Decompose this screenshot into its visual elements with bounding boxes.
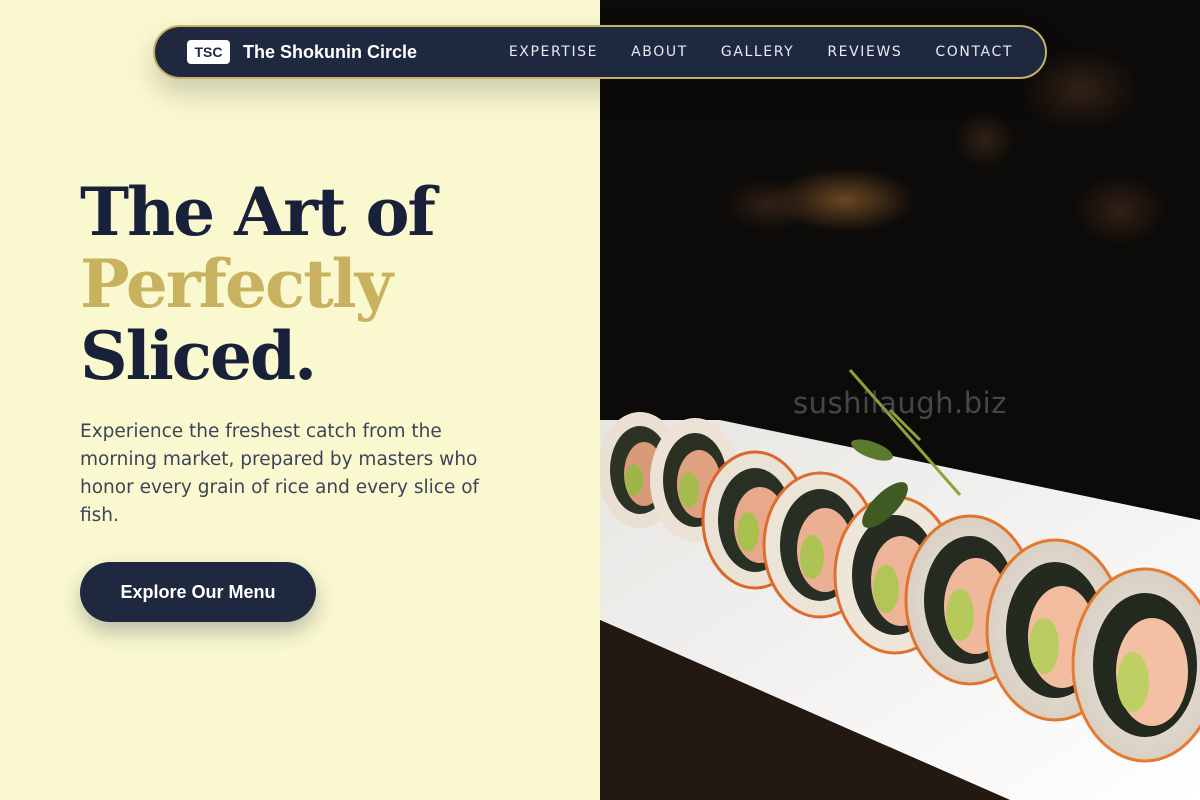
hero-title: The Art of Perfectly Sliced.	[80, 173, 436, 395]
nav-links: EXPERTISE ABOUT GALLERY REVIEWS CONTACT	[509, 44, 1013, 60]
explore-menu-button[interactable]: Explore Our Menu	[80, 562, 316, 622]
nav-link-reviews[interactable]: REVIEWS	[827, 44, 902, 60]
nav-link-gallery[interactable]: GALLERY	[721, 44, 794, 60]
hero-left-pane	[0, 0, 600, 800]
nav-link-contact[interactable]: CONTACT	[935, 44, 1013, 60]
hero-description: Experience the freshest catch from the m…	[80, 421, 480, 526]
top-navbar: TSC The Shokunin Circle EXPERTISE ABOUT …	[153, 25, 1047, 79]
brand-logo[interactable]: TSC The Shokunin Circle	[187, 40, 417, 64]
brand-badge: TSC	[187, 40, 230, 64]
hero-title-line-2: Perfectly	[80, 245, 393, 323]
nav-link-expertise[interactable]: EXPERTISE	[509, 44, 598, 60]
nav-link-about[interactable]: ABOUT	[631, 44, 688, 60]
hero-title-line-3: Sliced.	[80, 317, 317, 395]
hero-title-line-1: The Art of	[80, 173, 436, 251]
watermark-text: sushilaugh.biz	[793, 386, 1007, 420]
brand-name: The Shokunin Circle	[243, 41, 418, 62]
